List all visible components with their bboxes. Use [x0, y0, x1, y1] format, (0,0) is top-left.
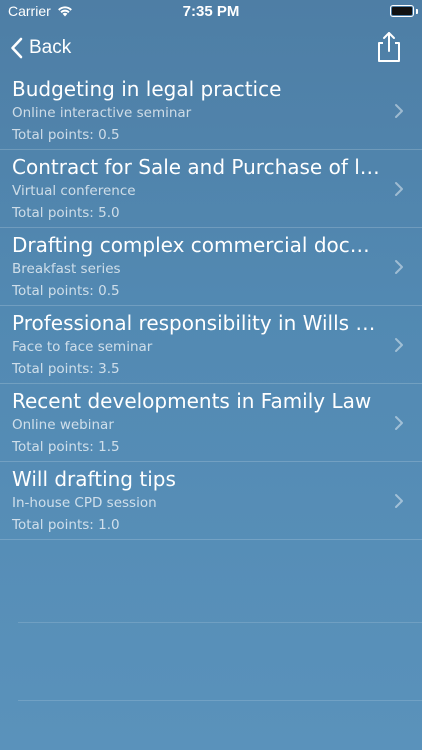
item-points: Total points: 5.0 [12, 205, 120, 221]
list-item[interactable]: Contract for Sale and Purchase of land V… [0, 150, 422, 228]
share-icon [378, 32, 400, 62]
item-title: Budgeting in legal practice [12, 77, 282, 101]
item-points: Total points: 1.0 [12, 517, 120, 533]
item-points: Total points: 1.5 [12, 439, 120, 455]
item-points: Total points: 0.5 [12, 283, 120, 299]
chevron-right-icon [395, 104, 403, 118]
empty-row-separator [18, 700, 422, 701]
share-button[interactable] [374, 30, 404, 64]
list-item[interactable]: Drafting complex commercial documents Br… [0, 228, 422, 306]
chevron-right-icon [395, 416, 403, 430]
status-time: 7:35 PM [182, 3, 240, 20]
list-item[interactable]: Professional responsibility in Wills & E… [0, 306, 422, 384]
chevron-right-icon [395, 338, 403, 352]
item-subtitle: Virtual conference [12, 183, 136, 199]
item-points: Total points: 3.5 [12, 361, 120, 377]
item-subtitle: Breakfast series [12, 261, 121, 277]
item-subtitle: Face to face seminar [12, 339, 153, 355]
chevron-right-icon [395, 494, 403, 508]
chevron-right-icon [395, 260, 403, 274]
item-title: Will drafting tips [12, 467, 176, 491]
list-item[interactable]: Budgeting in legal practice Online inter… [0, 72, 422, 150]
item-title: Contract for Sale and Purchase of land [12, 155, 382, 179]
battery-icon [390, 5, 414, 17]
item-subtitle: In-house CPD session [12, 495, 157, 511]
nav-bar: Back [0, 24, 422, 72]
list-item[interactable]: Will drafting tips In-house CPD session … [0, 462, 422, 540]
cpd-activity-list: Budgeting in legal practice Online inter… [0, 72, 422, 540]
item-subtitle: Online webinar [12, 417, 114, 433]
item-title: Professional responsibility in Wills & E… [12, 311, 382, 335]
item-title: Drafting complex commercial documents [12, 233, 382, 257]
status-bar: Carrier 7:35 PM [0, 0, 422, 24]
item-title: Recent developments in Family Law [12, 389, 372, 413]
battery-level [392, 7, 412, 15]
empty-row-separator [18, 622, 422, 623]
chevron-right-icon [395, 182, 403, 196]
item-subtitle: Online interactive seminar [12, 105, 192, 121]
list-item[interactable]: Recent developments in Family Law Online… [0, 384, 422, 462]
battery-cap [416, 9, 418, 14]
item-points: Total points: 0.5 [12, 127, 120, 143]
chevron-left-icon [11, 37, 23, 59]
back-label: Back [29, 37, 72, 58]
back-button[interactable]: Back [10, 34, 71, 62]
